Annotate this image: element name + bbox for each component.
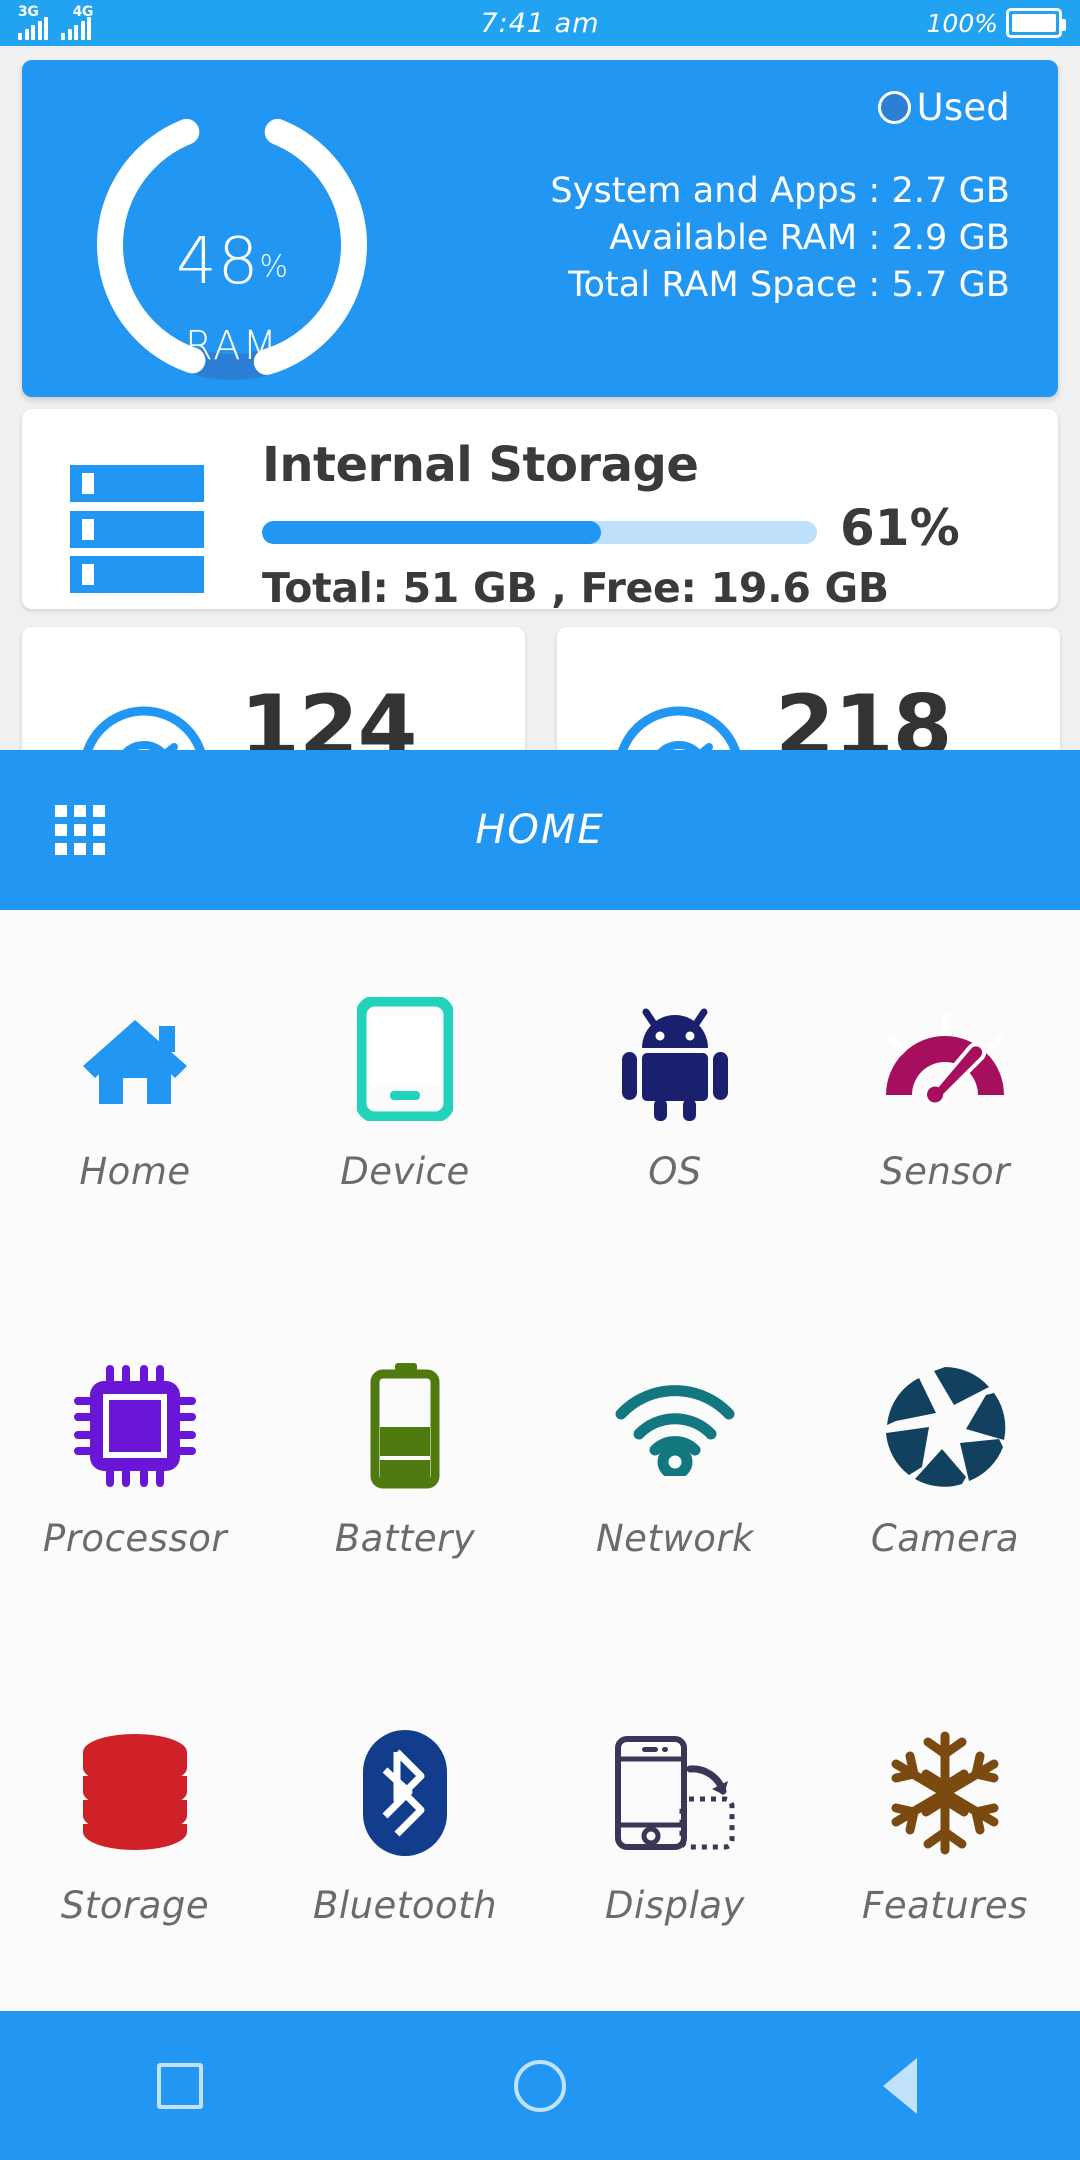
server-stack-icon [70, 465, 204, 593]
snowflake-icon [884, 1728, 1006, 1858]
app-tile-sensor[interactable]: Sensor [810, 910, 1080, 1277]
app-tile-os[interactable]: OS [540, 910, 810, 1277]
used-legend-dot-icon [877, 91, 911, 124]
ram-line-system-apps: System and Apps : 2.7 GB [550, 171, 1010, 211]
ram-card[interactable]: Used 48% RAM System and Apps : 2.7 GB Av… [22, 60, 1058, 397]
home-toolbar-title: HOME [475, 807, 605, 853]
app-label: Bluetooth [312, 1884, 498, 1927]
app-label: Processor [42, 1517, 228, 1560]
status-clock: 7:41 am [480, 7, 600, 39]
internal-storage-card[interactable]: Internal Storage 61% Total: 51 GB , Free… [22, 409, 1058, 612]
wifi-icon [613, 1361, 737, 1491]
app-label: Sensor [880, 1150, 1010, 1193]
app-tile-features[interactable]: Features [810, 1644, 1080, 2011]
ram-gauge-value: 48% [67, 225, 397, 299]
home-circle-icon[interactable] [480, 2041, 600, 2131]
database-icon [80, 1728, 190, 1858]
storage-progress-fill [262, 521, 601, 544]
storage-progress-bar [262, 521, 817, 544]
ram-percent-number: 48 [176, 225, 260, 299]
app-label: Battery [334, 1517, 476, 1560]
app-grid: Home Device OS Sensor Processor Battery … [0, 910, 1080, 2011]
status-bar: 3G 4G 7:41 am 100% [0, 0, 1080, 46]
app-tile-display[interactable]: Display [540, 1644, 810, 2011]
home-toolbar: HOME [0, 750, 1080, 910]
app-tile-battery[interactable]: Battery [270, 1277, 540, 1644]
ram-gauge: 48% RAM [67, 95, 397, 395]
app-label: OS [648, 1150, 702, 1193]
app-label: Network [596, 1517, 754, 1560]
ram-gauge-label: RAM [184, 323, 280, 369]
bluetooth-icon [363, 1728, 447, 1858]
app-label: Storage [60, 1884, 210, 1927]
ram-legend: Used [877, 86, 1010, 129]
used-legend-label: Used [916, 86, 1010, 129]
back-triangle-icon[interactable] [840, 2041, 960, 2131]
gauge-icon [882, 994, 1008, 1124]
app-label: Home [79, 1150, 191, 1193]
app-tile-device[interactable]: Device [270, 910, 540, 1277]
app-tile-home[interactable]: Home [0, 910, 270, 1277]
internal-storage-title: Internal Storage [262, 437, 699, 493]
scroll-content[interactable]: Used 48% RAM System and Apps : 2.7 GB Av… [0, 46, 1080, 2160]
tablet-icon [357, 994, 453, 1124]
app-label: Display [605, 1884, 745, 1927]
app-tile-storage[interactable]: Storage [0, 1644, 270, 2011]
home-icon [75, 994, 195, 1124]
app-label: Device [340, 1150, 470, 1193]
app-tile-network[interactable]: Network [540, 1277, 810, 1644]
ram-detail-lines: System and Apps : 2.7 GB Available RAM :… [550, 168, 1010, 309]
ram-line-available: Available RAM : 2.9 GB [609, 218, 1010, 258]
recent-apps-icon[interactable] [120, 2041, 240, 2131]
app-tile-camera[interactable]: Camera [810, 1277, 1080, 1644]
aperture-icon [884, 1361, 1006, 1491]
app-tile-bluetooth[interactable]: Bluetooth [270, 1644, 540, 2011]
app-label: Features [862, 1884, 1028, 1927]
cpu-chip-icon [74, 1361, 196, 1491]
battery-icon [370, 1361, 440, 1491]
rotate-phone-icon [612, 1728, 738, 1858]
android-icon [616, 994, 734, 1124]
app-label: Camera [870, 1517, 1020, 1560]
ram-line-total: Total RAM Space : 5.7 GB [567, 265, 1010, 305]
battery-icon [1006, 8, 1066, 38]
storage-details-label: Total: 51 GB , Free: 19.6 GB [262, 564, 889, 612]
storage-percent-label: 61% [840, 499, 960, 557]
ram-percent-sign: % [259, 249, 288, 285]
app-tile-processor[interactable]: Processor [0, 1277, 270, 1644]
system-navigation-bar [0, 2011, 1080, 2160]
